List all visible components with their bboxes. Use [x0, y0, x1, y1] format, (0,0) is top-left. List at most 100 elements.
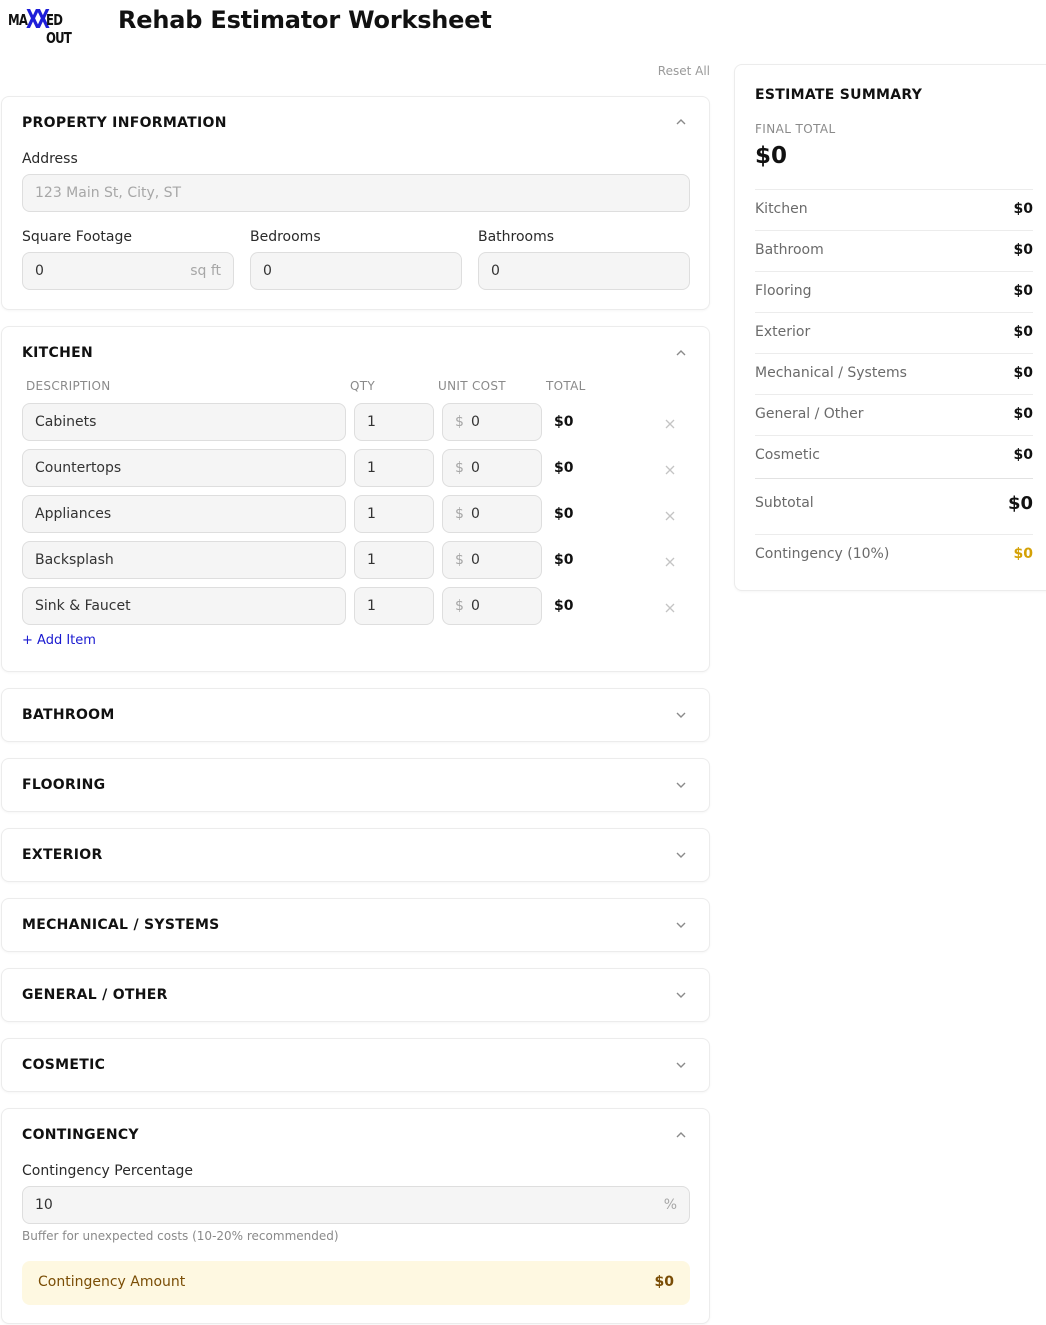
- description-input[interactable]: Cabinets: [22, 403, 346, 441]
- chevron-up-icon[interactable]: [675, 116, 687, 128]
- mechanical-systems-card[interactable]: MECHANICAL / SYSTEMS: [1, 898, 710, 952]
- chevron-down-icon[interactable]: [675, 1059, 687, 1071]
- line-total: $0: [554, 414, 574, 430]
- description-value: Backsplash: [35, 552, 114, 568]
- unit-cost-value: 0: [471, 506, 480, 522]
- remove-item-icon[interactable]: [664, 599, 676, 613]
- summary-row-general-other: General / Other $0: [755, 394, 1033, 435]
- chevron-down-icon[interactable]: [675, 989, 687, 1001]
- summary-row-label: Cosmetic: [755, 447, 820, 463]
- section-title: COSMETIC: [22, 1057, 106, 1073]
- bathrooms-value: 0: [491, 263, 500, 279]
- remove-item-icon[interactable]: [664, 461, 676, 475]
- summary-row-label: Mechanical / Systems: [755, 365, 907, 381]
- maxxed-out-logo[interactable]: MA XX ED OUT: [8, 5, 94, 47]
- unit-cost-input[interactable]: $0: [442, 587, 542, 625]
- add-item-link[interactable]: + Add Item: [22, 633, 96, 648]
- column-header-description: DESCRIPTION: [26, 379, 111, 393]
- subtotal-label: Subtotal: [755, 495, 814, 511]
- qty-input[interactable]: 1: [354, 541, 434, 579]
- summary-contingency-row: Contingency (10%) $0: [755, 534, 1033, 575]
- chevron-down-icon[interactable]: [675, 709, 687, 721]
- unit-cost-input[interactable]: $0: [442, 449, 542, 487]
- final-total-label: FINAL TOTAL: [755, 122, 836, 136]
- summary-row-exterior: Exterior $0: [755, 312, 1033, 353]
- bathroom-card[interactable]: BATHROOM: [1, 688, 710, 742]
- currency-prefix: $: [455, 506, 464, 522]
- reset-all-link[interactable]: Reset All: [640, 64, 710, 78]
- address-label: Address: [22, 151, 78, 167]
- column-header-total: TOTAL: [546, 379, 586, 393]
- section-title: BATHROOM: [22, 707, 115, 723]
- contingency-percentage-value: 10: [35, 1197, 53, 1213]
- line-item-row: Sink & Faucet 1 $0 $0: [22, 587, 692, 625]
- chevron-down-icon[interactable]: [675, 849, 687, 861]
- chevron-down-icon[interactable]: [675, 919, 687, 931]
- bedrooms-input[interactable]: 0: [250, 252, 462, 290]
- contingency-card: CONTINGENCY Contingency Percentage 10 % …: [1, 1108, 710, 1324]
- summary-row-value: $0: [1013, 406, 1033, 422]
- line-item-row: Cabinets 1 $0 $0: [22, 403, 692, 441]
- address-input[interactable]: 123 Main St, City, ST: [22, 174, 690, 212]
- description-value: Appliances: [35, 506, 112, 522]
- currency-prefix: $: [455, 552, 464, 568]
- unit-cost-value: 0: [471, 598, 480, 614]
- square-footage-label: Square Footage: [22, 229, 132, 245]
- estimate-summary-panel: ESTIMATE SUMMARY FINAL TOTAL $0 Kitchen …: [734, 64, 1046, 591]
- remove-item-icon[interactable]: [664, 415, 676, 429]
- description-input[interactable]: Backsplash: [22, 541, 346, 579]
- flooring-card[interactable]: FLOORING: [1, 758, 710, 812]
- bathrooms-input[interactable]: 0: [478, 252, 690, 290]
- summary-row-label: Exterior: [755, 324, 811, 340]
- bathrooms-label: Bathrooms: [478, 229, 555, 245]
- summary-row-value: $0: [1013, 365, 1033, 381]
- chevron-down-icon[interactable]: [675, 779, 687, 791]
- unit-cost-input[interactable]: $0: [442, 541, 542, 579]
- qty-input[interactable]: 1: [354, 449, 434, 487]
- summary-title: ESTIMATE SUMMARY: [755, 87, 923, 103]
- square-footage-value: 0: [35, 263, 44, 279]
- description-value: Sink & Faucet: [35, 598, 131, 614]
- currency-prefix: $: [455, 414, 464, 430]
- remove-item-icon[interactable]: [664, 553, 676, 567]
- chevron-up-icon[interactable]: [675, 1129, 687, 1141]
- description-input[interactable]: Sink & Faucet: [22, 587, 346, 625]
- description-input[interactable]: Countertops: [22, 449, 346, 487]
- contingency-percentage-input[interactable]: 10 %: [22, 1186, 690, 1224]
- summary-row-kitchen: Kitchen $0: [755, 189, 1033, 230]
- app-header: MA XX ED OUT Rehab Estimator Worksheet: [0, 0, 1046, 47]
- qty-value: 1: [367, 414, 376, 430]
- remove-item-icon[interactable]: [664, 507, 676, 521]
- contingency-amount-box: Contingency Amount $0: [22, 1261, 690, 1305]
- bedrooms-label: Bedrooms: [250, 229, 321, 245]
- qty-input[interactable]: 1: [354, 495, 434, 533]
- kitchen-card: KITCHEN DESCRIPTION QTY UNIT COST TOTAL …: [1, 326, 710, 672]
- unit-cost-input[interactable]: $0: [442, 495, 542, 533]
- unit-cost-value: 0: [471, 414, 480, 430]
- contingency-percentage-label: Contingency Percentage: [22, 1163, 194, 1179]
- contingency-help-text: Buffer for unexpected costs (10-20% reco…: [22, 1229, 339, 1243]
- summary-subtotal-row: Subtotal $0: [755, 478, 1033, 534]
- qty-input[interactable]: 1: [354, 403, 434, 441]
- summary-row-cosmetic: Cosmetic $0: [755, 435, 1033, 476]
- qty-value: 1: [367, 552, 376, 568]
- description-value: Countertops: [35, 460, 122, 476]
- contingency-summary-value: $0: [1013, 546, 1033, 562]
- general-other-card[interactable]: GENERAL / OTHER: [1, 968, 710, 1022]
- line-item-row: Backsplash 1 $0 $0: [22, 541, 692, 579]
- cosmetic-card[interactable]: COSMETIC: [1, 1038, 710, 1092]
- square-footage-input[interactable]: 0 sq ft: [22, 252, 234, 290]
- qty-input[interactable]: 1: [354, 587, 434, 625]
- property-information-card: PROPERTY INFORMATION Address 123 Main St…: [1, 96, 710, 310]
- summary-row-value: $0: [1013, 283, 1033, 299]
- unit-cost-input[interactable]: $0: [442, 403, 542, 441]
- description-input[interactable]: Appliances: [22, 495, 346, 533]
- final-total-value: $0: [755, 143, 788, 169]
- address-placeholder: 123 Main St, City, ST: [35, 185, 182, 201]
- section-title: GENERAL / OTHER: [22, 987, 168, 1003]
- exterior-card[interactable]: EXTERIOR: [1, 828, 710, 882]
- qty-value: 1: [367, 598, 376, 614]
- summary-row-label: Bathroom: [755, 242, 824, 258]
- summary-row-label: General / Other: [755, 406, 864, 422]
- chevron-up-icon[interactable]: [675, 347, 687, 359]
